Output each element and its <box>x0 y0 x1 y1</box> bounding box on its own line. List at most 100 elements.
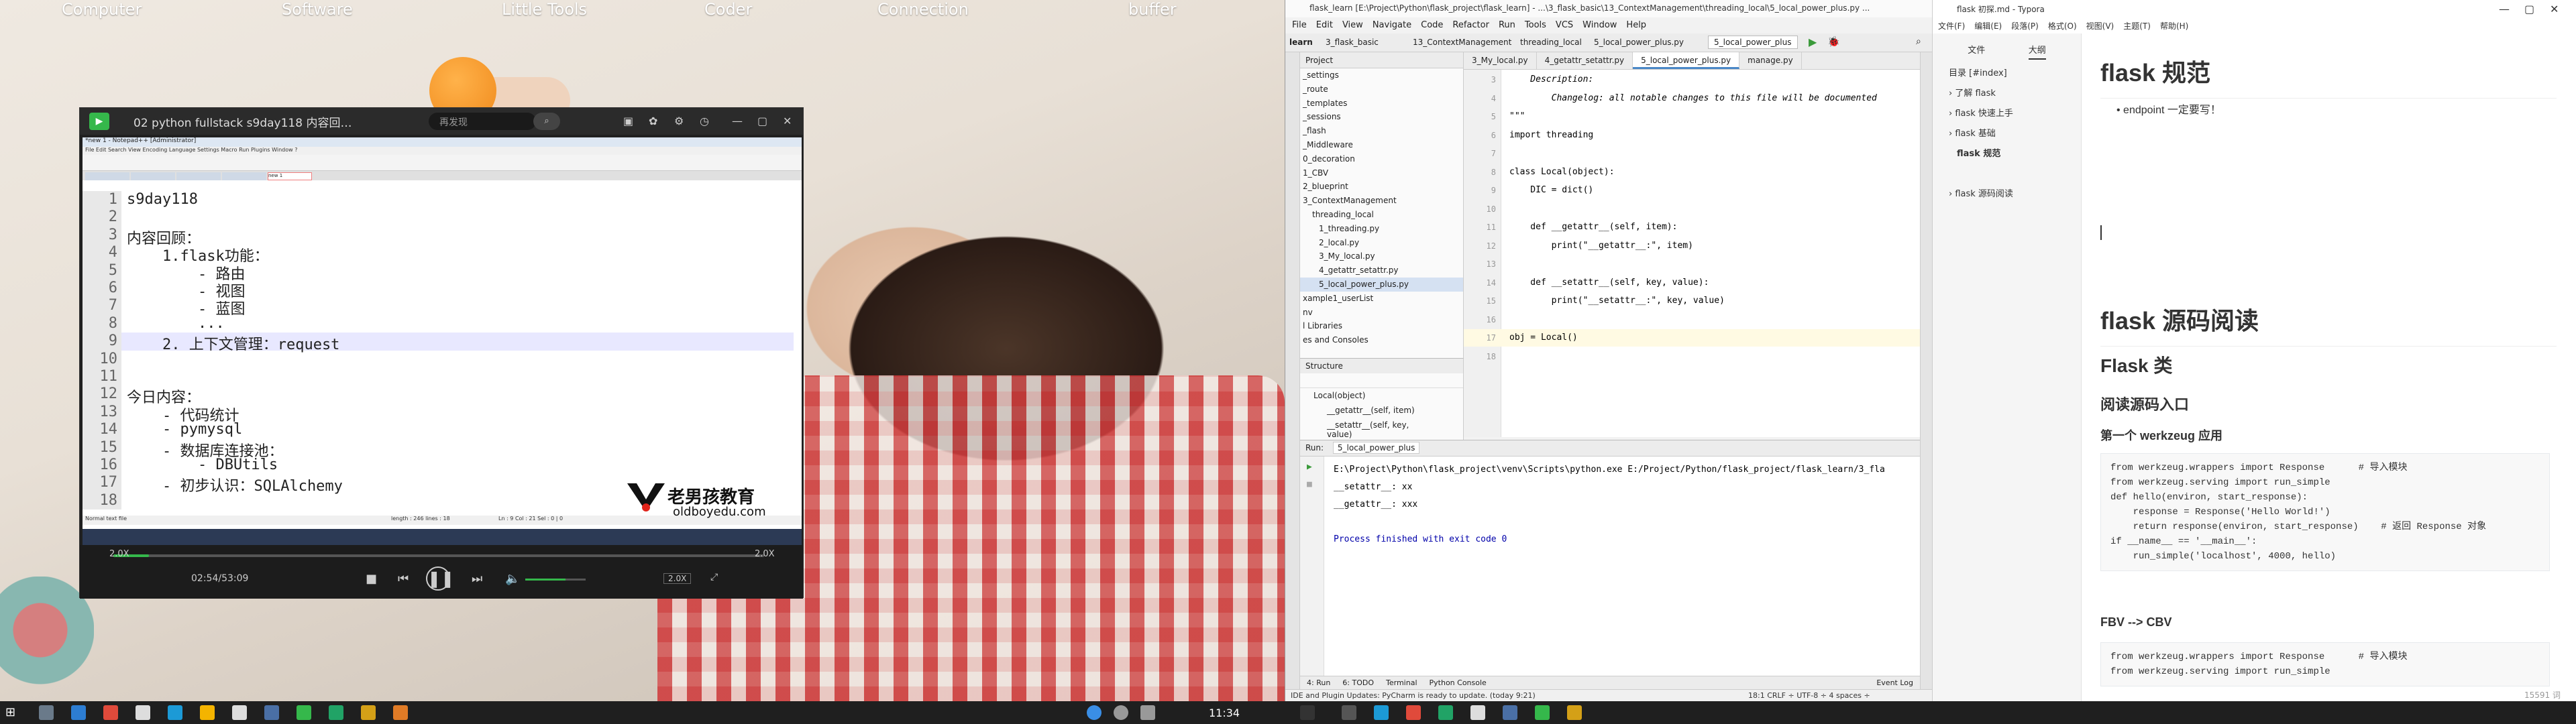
code-editor[interactable]: 3 Description: 4 Changelog: all notable c… <box>1464 70 1920 437</box>
project-panel[interactable]: Project _settings _route _templates _sessio… <box>1300 52 1464 358</box>
tab-python-console[interactable]: Python Console <box>1430 678 1487 687</box>
app-icon[interactable] <box>1342 705 1356 720</box>
outline-item[interactable]: › 了解 flask <box>1933 84 2081 104</box>
tree-item[interactable]: xample1_userList <box>1300 292 1463 306</box>
menu-help[interactable]: Help <box>1626 20 1646 34</box>
tree-item[interactable]: _templates <box>1300 97 1463 111</box>
code-line[interactable]: 17 obj = Local() <box>1464 329 1920 347</box>
project-tree[interactable]: _settings _route _templates _sessions _flash… <box>1300 68 1463 347</box>
rerun-icon[interactable]: ▶ <box>1307 462 1312 472</box>
app-icon[interactable] <box>361 705 376 720</box>
tab-outline[interactable]: 大纲 <box>2028 43 2046 60</box>
outline-item[interactable]: flask 规范 <box>1933 144 2081 164</box>
video-progress-bar[interactable] <box>113 554 764 557</box>
tab-getattr-setattr[interactable]: 4_getattr_setattr.py <box>1537 52 1633 69</box>
structure-item[interactable]: Local(object) <box>1300 388 1463 403</box>
tree-item[interactable]: _sessions <box>1300 110 1463 124</box>
run-tab[interactable]: 5_local_power_plus <box>1332 442 1420 454</box>
code-block[interactable]: from werkzeug.wrappers import Response #… <box>2100 453 2550 571</box>
bottom-tool-tabs[interactable]: 4: Run 6: TODO Terminal Python Console E… <box>1300 676 1920 689</box>
tree-item[interactable]: 4_getattr_setattr.py <box>1300 263 1463 278</box>
app-icon[interactable] <box>232 705 247 720</box>
structure-item[interactable]: __getattr__(self, item) <box>1300 403 1463 418</box>
app-icon[interactable] <box>329 705 343 720</box>
app-icon[interactable] <box>136 705 150 720</box>
fullscreen-icon[interactable]: ⤢ <box>710 572 718 583</box>
tab-my-local[interactable]: 3_My_local.py <box>1464 52 1537 69</box>
app-icon[interactable] <box>168 705 182 720</box>
tab-manage[interactable]: manage.py <box>1739 52 1802 69</box>
video-controls[interactable]: 2.0X 2.0X 02:54/53:09 ■ ⏮ ❚❚ ⏭ 🔈 2.0X ⤢ <box>80 545 803 599</box>
app-icon[interactable] <box>393 705 408 720</box>
desktop-link-buffer[interactable]: buffer <box>1128 0 1177 19</box>
tree-item[interactable]: _flash <box>1300 124 1463 138</box>
speed-button[interactable]: 2.0X <box>663 573 692 584</box>
app-icon[interactable] <box>1567 705 1582 720</box>
maximize-icon[interactable]: ▢ <box>757 115 767 127</box>
tree-item[interactable]: nv <box>1300 306 1463 320</box>
app-icon[interactable] <box>264 705 279 720</box>
project-label[interactable]: Project <box>1305 56 1333 65</box>
markdown-document[interactable]: flask 规范 • endpoint 一定要写！ flask 源码阅读 Fla… <box>2100 34 2557 701</box>
outline-item[interactable]: › flask 快速上手 <box>1933 104 2081 124</box>
outline-item[interactable]: 目录 [#index] <box>1933 64 2081 84</box>
video-title-bar[interactable]: ▶ 02 python fullstack s9day118 内容回… 再发现 … <box>80 108 803 135</box>
code-line[interactable]: 8 class Local(object): <box>1464 164 1920 181</box>
menu-view[interactable]: View <box>1342 20 1363 34</box>
tree-item[interactable]: 1_CBV <box>1300 166 1463 180</box>
code-line[interactable]: 13 <box>1464 255 1920 273</box>
taskbar-clock[interactable]: 11:34 <box>1209 707 1240 719</box>
menu-navigate[interactable]: Navigate <box>1373 20 1411 34</box>
right-tool-strip[interactable] <box>1920 52 1933 701</box>
run-toolbar[interactable]: ▶ ■ <box>1300 457 1324 676</box>
stop-icon[interactable]: ■ <box>366 572 377 586</box>
menu-tools[interactable]: Tools <box>1525 20 1546 34</box>
menu-refactor[interactable]: Refactor <box>1452 20 1489 34</box>
tree-item[interactable]: _route <box>1300 82 1463 97</box>
tree-item[interactable]: l Libraries <box>1300 319 1463 333</box>
desktop-link-computer[interactable]: Computer <box>62 0 142 19</box>
menu-file[interactable]: File <box>1292 20 1307 34</box>
desktop-link-software[interactable]: Software <box>282 0 353 19</box>
code-line[interactable]: 5 """ <box>1464 108 1920 125</box>
app-icon[interactable] <box>103 705 118 720</box>
tree-item[interactable]: 2_blueprint <box>1300 180 1463 194</box>
desktop-link-coder[interactable]: Coder <box>704 0 752 19</box>
tree-item[interactable]: _settings <box>1300 68 1463 82</box>
history-icon[interactable]: ◷ <box>700 115 709 127</box>
desktop-link-connection[interactable]: Connection <box>877 0 969 19</box>
tab-run[interactable]: 4: Run <box>1307 678 1330 687</box>
code-line[interactable]: 14 def __setattr__(self, key, value): <box>1464 274 1920 292</box>
tray-icon[interactable] <box>1087 705 1102 720</box>
tab-local-power-plus[interactable]: 5_local_power_plus.py <box>1633 52 1740 69</box>
menu-edit[interactable]: 编辑(E) <box>1974 20 2002 34</box>
breadcrumb-item[interactable]: 3_flask_basic <box>1326 38 1379 47</box>
menu-view[interactable]: 视图(V) <box>2086 20 2114 34</box>
pycharm-taskbar-icon[interactable] <box>1438 705 1453 720</box>
code-line[interactable]: 15 print("__setattr__:", key, value) <box>1464 292 1920 310</box>
code-line[interactable]: 10 <box>1464 200 1920 218</box>
minimize-icon[interactable]: — <box>2499 3 2510 15</box>
typora-window[interactable]: flask 初探.md - Typora ▢ ✕ — 文件(F) 编辑(E) 段… <box>1932 0 2576 701</box>
code-line[interactable]: 16 <box>1464 311 1920 328</box>
outline-item[interactable]: › flask 源码阅读 <box>1933 184 2081 204</box>
tab-terminal[interactable]: Terminal <box>1386 678 1417 687</box>
tree-item[interactable]: _Middleware <box>1300 138 1463 152</box>
breadcrumb-item[interactable]: learn <box>1289 38 1313 47</box>
run-icon[interactable]: ▶ <box>1809 36 1817 48</box>
pycharm-menu[interactable]: File Edit View Navigate Code Refactor Ru… <box>1285 17 1932 34</box>
menu-window[interactable]: Window <box>1582 20 1617 34</box>
typora-sidebar[interactable]: 文件 大纲 目录 [#index] › 了解 flask › flask 快速上手 ›… <box>1933 34 2082 701</box>
search-icon[interactable] <box>71 705 86 720</box>
tree-item[interactable]: threading_local <box>1300 208 1463 222</box>
breadcrumb-item[interactable]: 5_local_power_plus.py <box>1594 38 1684 47</box>
search-icon[interactable]: ⌕ <box>1916 36 1921 47</box>
breadcrumb-item[interactable]: threading_local <box>1520 38 1582 47</box>
menu-edit[interactable]: Edit <box>1316 20 1333 34</box>
maximize-icon[interactable]: ▢ <box>2524 3 2534 15</box>
volume-icon[interactable]: 🔈 <box>505 572 520 586</box>
minimize-icon[interactable]: — <box>732 115 743 127</box>
start-icon-2[interactable] <box>1300 705 1315 720</box>
skin-icon[interactable]: ✿ <box>649 115 657 127</box>
word-count[interactable]: 15591 词 <box>2524 689 2561 701</box>
